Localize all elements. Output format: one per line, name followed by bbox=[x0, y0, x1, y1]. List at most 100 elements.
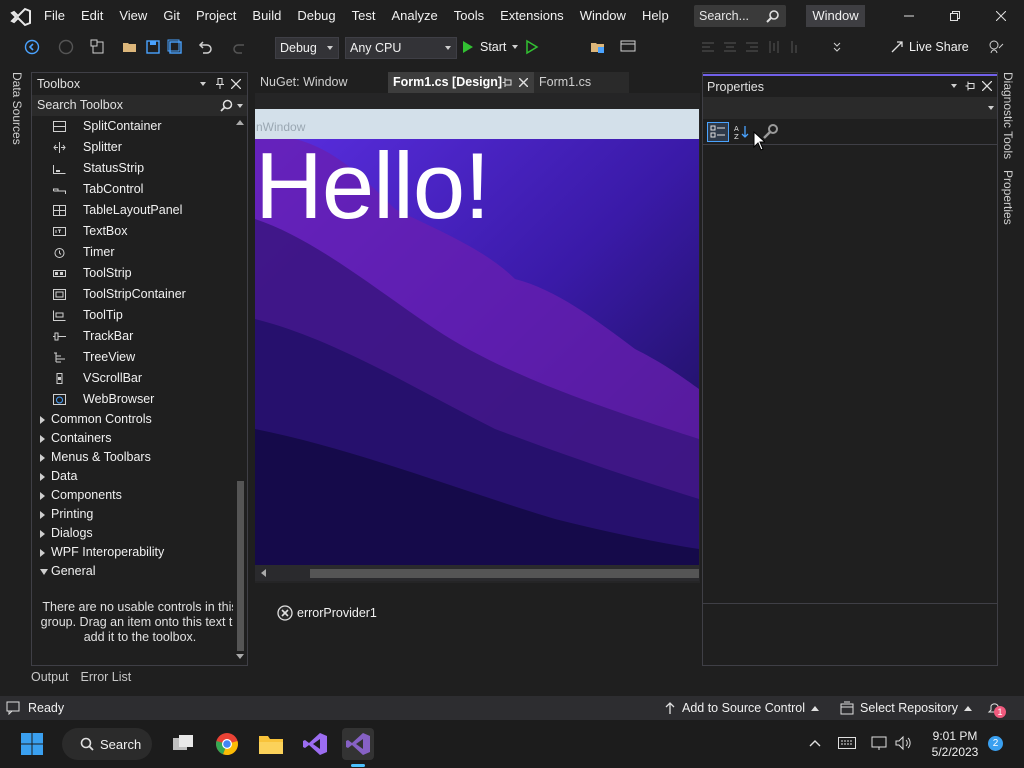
toolbox-item-tabcontrol[interactable]: TabControl bbox=[32, 179, 232, 200]
menu-edit[interactable]: Edit bbox=[73, 0, 111, 32]
toolbox-group-menus-toolbars[interactable]: Menus & Toolbars bbox=[32, 448, 232, 467]
output-tab[interactable]: Output bbox=[31, 670, 69, 690]
file-explorer-button[interactable] bbox=[255, 728, 287, 760]
toolbox-item-webbrowser[interactable]: WebBrowser bbox=[32, 389, 232, 410]
toolbox-group-general[interactable]: General bbox=[32, 562, 232, 581]
volume-icon[interactable] bbox=[894, 735, 912, 751]
diagnostic-tools-tab[interactable]: Diagnostic Tools bbox=[1001, 72, 1015, 159]
navigate-back-icon[interactable] bbox=[24, 39, 40, 55]
data-sources-tab[interactable]: Data Sources bbox=[10, 72, 24, 145]
toolbox-item-splitcontainer[interactable]: SplitContainer bbox=[32, 116, 232, 137]
toolbox-item-tablelayoutpanel[interactable]: TableLayoutPanel bbox=[32, 200, 232, 221]
close-toolbox-icon[interactable] bbox=[231, 79, 241, 89]
undo-icon[interactable] bbox=[197, 39, 213, 55]
feedback-icon[interactable] bbox=[988, 39, 1004, 55]
layout-icon[interactable] bbox=[620, 39, 636, 55]
minimize-button[interactable] bbox=[886, 0, 932, 32]
task-view-button[interactable] bbox=[167, 728, 199, 760]
toolbox-item-tooltip[interactable]: ToolTip bbox=[32, 305, 232, 326]
error-provider-component[interactable]: errorProvider1 bbox=[277, 605, 377, 621]
keyboard-icon[interactable] bbox=[838, 737, 856, 749]
menu-git[interactable]: Git bbox=[155, 0, 188, 32]
notification-center-badge[interactable]: 2 bbox=[988, 736, 1003, 751]
toolbox-search-input[interactable]: Search Toolbox bbox=[32, 95, 247, 116]
toolbox-item-textbox[interactable]: TextBox bbox=[32, 221, 232, 242]
tab-form1-design[interactable]: Form1.cs [Design] bbox=[388, 72, 536, 93]
network-icon[interactable] bbox=[871, 735, 887, 751]
error-list-tab[interactable]: Error List bbox=[81, 670, 132, 690]
menu-debug[interactable]: Debug bbox=[289, 0, 343, 32]
menu-window[interactable]: Window bbox=[572, 0, 634, 32]
redo-icon[interactable] bbox=[232, 39, 248, 55]
menu-build[interactable]: Build bbox=[244, 0, 289, 32]
toolbox-group-printing[interactable]: Printing bbox=[32, 505, 232, 524]
object-selector-dropdown[interactable] bbox=[703, 97, 997, 119]
menu-file[interactable]: File bbox=[36, 0, 73, 32]
add-to-source-control-button[interactable]: Add to Source Control bbox=[664, 701, 819, 715]
menu-tools[interactable]: Tools bbox=[446, 0, 492, 32]
toolbox-scroll-thumb[interactable] bbox=[237, 481, 244, 651]
close-window-button[interactable] bbox=[978, 0, 1024, 32]
save-all-icon[interactable] bbox=[167, 39, 183, 55]
menu-extensions[interactable]: Extensions bbox=[492, 0, 572, 32]
solution-explorer-icon[interactable] bbox=[590, 39, 606, 55]
toolbox-empty-message[interactable]: There are no usable controls in this gro… bbox=[40, 600, 240, 645]
toolbox-item-timer[interactable]: Timer bbox=[32, 242, 232, 263]
toolbox-item-splitter[interactable]: Splitter bbox=[32, 137, 232, 158]
properties-side-tab[interactable]: Properties bbox=[1001, 170, 1015, 225]
close-tab-icon[interactable] bbox=[519, 78, 528, 87]
toolbox-item-trackbar[interactable]: TrackBar bbox=[32, 326, 232, 347]
toolbox-item-toolstrip[interactable]: ToolStrip bbox=[32, 263, 232, 284]
pin-icon[interactable] bbox=[215, 78, 225, 90]
scroll-up-icon[interactable] bbox=[236, 120, 244, 125]
toolbox-group-containers[interactable]: Containers bbox=[32, 429, 232, 448]
window-position-chevron-icon[interactable] bbox=[951, 84, 957, 88]
open-folder-icon[interactable] bbox=[122, 39, 138, 55]
menu-view[interactable]: View bbox=[111, 0, 155, 32]
form-client-area[interactable]: Hello! bbox=[255, 139, 699, 565]
designer-horizontal-scrollbar[interactable] bbox=[255, 565, 699, 581]
chevron-down-icon[interactable] bbox=[237, 104, 243, 108]
pin-icon[interactable] bbox=[965, 81, 976, 91]
taskbar-clock[interactable]: 9:01 PM 5/2/2023 bbox=[925, 728, 985, 760]
menu-project[interactable]: Project bbox=[188, 0, 244, 32]
solution-name-badge[interactable]: Window bbox=[806, 5, 865, 27]
scroll-down-icon[interactable] bbox=[236, 654, 244, 659]
solution-configuration-dropdown[interactable]: Debug bbox=[275, 37, 339, 59]
visual-studio-logo-icon[interactable] bbox=[10, 7, 32, 27]
toolbox-group-wpf-interoperability[interactable]: WPF Interoperability bbox=[32, 543, 232, 562]
alphabetical-button[interactable]: AZ bbox=[733, 124, 751, 140]
toolbox-group-dialogs[interactable]: Dialogs bbox=[32, 524, 232, 543]
tab-nuget-window[interactable]: NuGet: Window bbox=[255, 72, 388, 93]
toolbox-item-toolstripcontainer[interactable]: ToolStripContainer bbox=[32, 284, 232, 305]
maximize-button[interactable] bbox=[932, 0, 978, 32]
form-caption-bar[interactable]: nWindow bbox=[255, 109, 699, 139]
toolbox-group-data[interactable]: Data bbox=[32, 467, 232, 486]
solution-platform-dropdown[interactable]: Any CPU bbox=[345, 37, 457, 59]
toolbox-scrollbar[interactable] bbox=[233, 116, 247, 665]
toolbox-item-treeview[interactable]: TreeView bbox=[32, 347, 232, 368]
select-repository-button[interactable]: Select Repository bbox=[840, 701, 972, 715]
menu-help[interactable]: Help bbox=[634, 0, 677, 32]
live-share-button[interactable]: Live Share bbox=[890, 40, 969, 54]
new-project-icon[interactable] bbox=[90, 39, 106, 55]
menu-analyze[interactable]: Analyze bbox=[383, 0, 445, 32]
navigate-forward-icon[interactable] bbox=[58, 39, 74, 55]
start-menu-button[interactable] bbox=[16, 728, 48, 760]
categorized-button[interactable] bbox=[707, 122, 729, 142]
start-without-debugging-icon[interactable] bbox=[525, 39, 539, 55]
visual-studio-preview-button[interactable] bbox=[299, 728, 331, 760]
close-properties-icon[interactable] bbox=[982, 81, 992, 91]
show-hidden-icons-button[interactable] bbox=[809, 739, 821, 747]
global-search-box[interactable]: Search... bbox=[694, 5, 786, 27]
hello-label[interactable]: Hello! bbox=[255, 139, 490, 233]
visual-studio-button[interactable] bbox=[342, 728, 374, 760]
designer-scroll-thumb[interactable] bbox=[310, 569, 699, 578]
save-icon[interactable] bbox=[145, 39, 161, 55]
taskbar-search-button[interactable]: Search bbox=[62, 728, 152, 760]
scroll-left-icon[interactable] bbox=[261, 569, 266, 577]
pin-icon[interactable] bbox=[502, 77, 512, 88]
toolbox-item-statusstrip[interactable]: StatusStrip bbox=[32, 158, 232, 179]
toolbox-item-vscrollbar[interactable]: VScrollBar bbox=[32, 368, 232, 389]
toolbox-group-components[interactable]: Components bbox=[32, 486, 232, 505]
